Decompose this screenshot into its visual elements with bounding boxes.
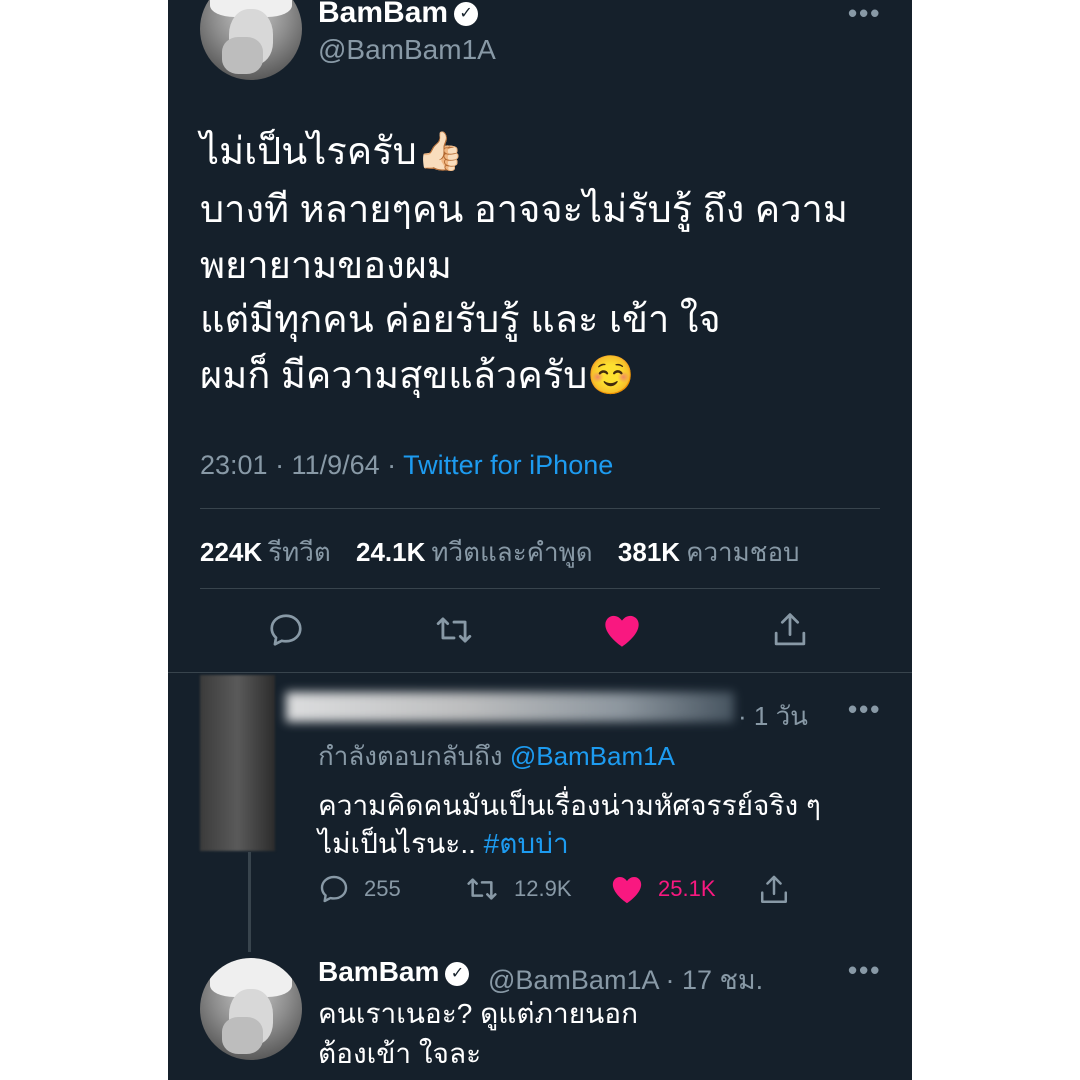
reply-icon	[270, 614, 302, 646]
reply-share-button[interactable]	[758, 873, 804, 907]
tweet-text-line: ไม่เป็นไรครับ👍🏻	[200, 131, 465, 173]
more-icon[interactable]: •••	[848, 694, 881, 725]
like-button[interactable]	[600, 608, 644, 652]
tweet-text-line: ผมก็ มีความสุขแล้วครับ☺️	[200, 355, 635, 397]
tweet-text-line: ต้องเข้า ใจละ	[318, 1038, 482, 1069]
replying-to: กำลังตอบกลับถึง @BamBam1A	[318, 741, 675, 771]
tweet-text-line: คนเราเนอะ? ดูแต่ภายนอก	[318, 998, 639, 1029]
quote-count[interactable]: 24.1K ทวีตและคำพูด	[356, 537, 593, 567]
reply-retweet-button[interactable]: 12.9K	[464, 873, 572, 905]
thread-line	[248, 852, 251, 952]
heart-icon	[605, 615, 639, 647]
reply-timestamp: · 1 วัน	[738, 701, 808, 731]
reply-count: 255	[364, 876, 401, 901]
verified-icon: ✓	[454, 2, 479, 27]
retweet-count[interactable]: 224K รีทวีต	[200, 537, 331, 567]
retweet-button[interactable]	[432, 608, 476, 652]
heart-icon	[612, 876, 642, 904]
like-count: 25.1K	[658, 876, 716, 901]
hashtag-link[interactable]: #ตบบ่า	[484, 828, 569, 859]
reply-reply-button[interactable]: 255	[318, 873, 401, 905]
more-icon[interactable]: •••	[848, 0, 881, 29]
reply-author-name-blurred	[286, 692, 734, 722]
divider	[200, 588, 880, 589]
author-avatar[interactable]	[200, 958, 302, 1060]
tweet-screen: BamBam ✓ @BamBam1A ••• ไม่เป็นไรครับ👍🏻 บา…	[168, 0, 912, 1080]
tweet-stats: 224K รีทวีต 24.1K ทวีตและคำพูด 381K ความชอบ	[200, 532, 818, 573]
share-button[interactable]	[768, 608, 812, 652]
tweet-text-line: พยายามของผม	[200, 245, 452, 287]
share-icon	[774, 613, 806, 646]
reply-like-button[interactable]: 25.1K	[610, 873, 716, 905]
divider	[200, 508, 880, 509]
tweet-time: 23:01 · 11/9/64 ·	[200, 450, 404, 480]
replying-to-handle[interactable]: @BamBam1A	[510, 741, 675, 771]
tweet-timestamp: 23:01 · 11/9/64 · Twitter for iPhone	[200, 450, 613, 481]
share-icon	[760, 875, 788, 904]
author-name[interactable]: BamBam ✓	[318, 0, 479, 30]
author-handle[interactable]: @BamBam1A	[318, 34, 496, 66]
like-count[interactable]: 381K ความชอบ	[618, 537, 800, 567]
reply-text-line: ความคิดคนมันเป็นเรื่องน่ามหัศจรรย์จริง ๆ	[318, 790, 821, 821]
tweet-text-line: แต่มีทุกคน ค่อยรับรู้ และ เข้า ใจ	[200, 299, 721, 341]
verified-icon: ✓	[445, 961, 470, 986]
reply-author-avatar[interactable]	[200, 675, 275, 851]
section-divider	[168, 672, 912, 673]
author-name[interactable]: BamBam ✓	[318, 956, 470, 988]
retweet-count: 12.9K	[514, 876, 572, 901]
reply-button[interactable]	[264, 608, 308, 652]
retweet-icon	[436, 617, 472, 643]
tweet-text-line: บางที หลายๆคน อาจจะไม่รับรู้ ถึง ความ	[200, 189, 848, 231]
author-avatar[interactable]	[200, 0, 302, 80]
reply-text-line: ไม่เป็นไรนะ.. #ตบบ่า	[318, 828, 569, 859]
tweet-source-link[interactable]: Twitter for iPhone	[403, 450, 613, 480]
retweet-icon	[467, 878, 497, 900]
reply-icon	[320, 875, 348, 903]
more-icon[interactable]: •••	[848, 955, 881, 986]
